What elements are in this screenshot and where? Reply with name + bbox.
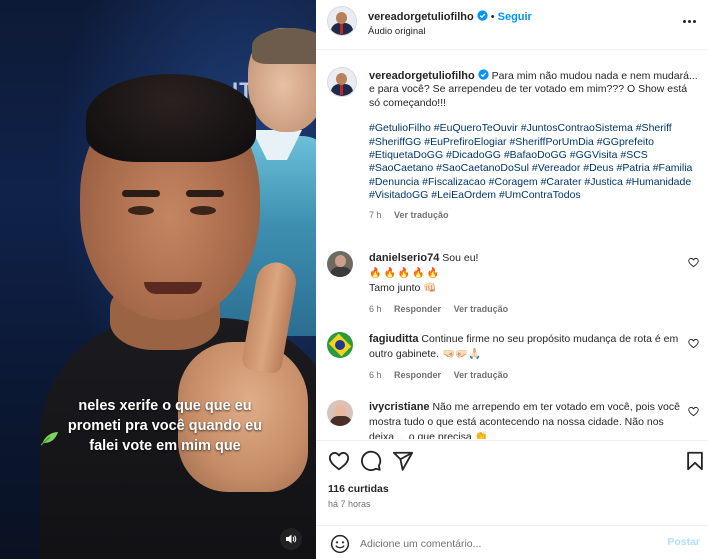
subtitle-line: prometi pra você quando eu xyxy=(67,418,263,434)
subtitle-line: falei vote em mim que xyxy=(89,438,241,454)
add-comment-bar: Postar xyxy=(316,525,708,559)
comment-username[interactable]: ivycristiane xyxy=(369,401,430,413)
author-avatar[interactable] xyxy=(327,67,357,97)
caption-author[interactable]: vereadorgetuliofilho xyxy=(369,70,475,82)
commenter-avatar[interactable] xyxy=(327,332,353,358)
author-row: vereadorgetuliofilho • Seguir xyxy=(368,10,532,23)
subtitle-line: neles xerife o que que eu xyxy=(78,398,252,414)
comment-icon[interactable] xyxy=(360,450,382,472)
author-username[interactable]: vereadorgetuliofilho xyxy=(368,11,474,23)
more-options-button[interactable] xyxy=(680,14,698,28)
verified-badge-icon xyxy=(478,69,489,80)
author-avatar[interactable] xyxy=(327,6,357,36)
caption-meta: 7 h Ver tradução xyxy=(369,209,699,222)
video-subtitles: neles xerife o que que eu prometi pra vo… xyxy=(40,396,290,456)
more-options-icon xyxy=(682,19,686,23)
post-time: há 7 horas xyxy=(328,499,371,509)
comment-body: ivycristiane Não me arrependo em ter vot… xyxy=(369,400,687,439)
caption-hashtags[interactable]: #GetulioFilho #EuQueroTeOuvir #JuntosCon… xyxy=(369,122,699,202)
see-translation-link[interactable]: Ver tradução xyxy=(394,210,449,220)
reply-link[interactable]: Responder xyxy=(394,304,441,314)
comment-text: Sou eu! xyxy=(442,252,479,264)
caption-text-block: vereadorgetuliofilho Para mim não mudou … xyxy=(369,69,699,222)
follow-button[interactable]: Seguir xyxy=(498,11,532,23)
post-comment-button[interactable]: Postar xyxy=(667,536,700,548)
comment-body: danielserio74 Sou eu! 🔥🔥🔥🔥🔥 Tamo junto 👊… xyxy=(369,251,687,317)
leaf-icon xyxy=(40,432,58,446)
share-icon[interactable] xyxy=(392,450,414,472)
post-actions-bar xyxy=(316,440,708,480)
comment-input[interactable] xyxy=(360,535,640,553)
reply-link[interactable]: Responder xyxy=(394,370,441,380)
likes-count[interactable]: 116 curtidas xyxy=(328,483,389,495)
comment-meta: 6 h Responder Ver tradução xyxy=(369,302,687,317)
instagram-post-view: ITT neles xerife o que que eu prometi pr… xyxy=(0,0,708,559)
post-header: vereadorgetuliofilho • Seguir Áudio origin… xyxy=(316,0,708,50)
heart-icon[interactable] xyxy=(688,257,699,268)
comment-meta: 6 h Responder Ver tradução xyxy=(369,368,687,383)
heart-icon[interactable] xyxy=(688,338,699,349)
verified-badge-icon xyxy=(477,10,488,21)
caption-time: 7 h xyxy=(369,209,382,220)
comment-time: 6 h xyxy=(369,304,382,314)
comment-time: 6 h xyxy=(369,370,382,380)
see-translation-link[interactable]: Ver tradução xyxy=(454,370,509,380)
speaker-icon xyxy=(286,534,297,544)
post-video[interactable]: ITT neles xerife o que que eu prometi pr… xyxy=(0,0,316,559)
comment-username[interactable]: danielserio74 xyxy=(369,252,439,264)
emoji-icon[interactable] xyxy=(330,534,350,554)
heart-icon[interactable] xyxy=(688,406,699,417)
comment-emoji-line: 🔥🔥🔥🔥🔥 xyxy=(369,268,442,279)
comment-extra-line: Tamo junto 👊🏻 xyxy=(369,282,437,294)
comments-section[interactable]: vereadorgetuliofilho Para mim não mudou … xyxy=(316,51,708,439)
volume-button[interactable] xyxy=(280,528,302,550)
heart-icon[interactable] xyxy=(328,450,350,472)
separator-dot: • xyxy=(490,11,495,23)
commenter-avatar[interactable] xyxy=(327,400,353,426)
see-translation-link[interactable]: Ver tradução xyxy=(454,304,509,314)
commenter-avatar[interactable] xyxy=(327,251,353,277)
comment-body: fagiuditta Continue firme no seu propósi… xyxy=(369,332,687,383)
audio-label[interactable]: Áudio original xyxy=(368,26,426,37)
post-details-panel: vereadorgetuliofilho • Seguir Áudio origin… xyxy=(316,0,708,559)
comment-username[interactable]: fagiuditta xyxy=(369,333,419,345)
bookmark-icon[interactable] xyxy=(684,450,706,472)
